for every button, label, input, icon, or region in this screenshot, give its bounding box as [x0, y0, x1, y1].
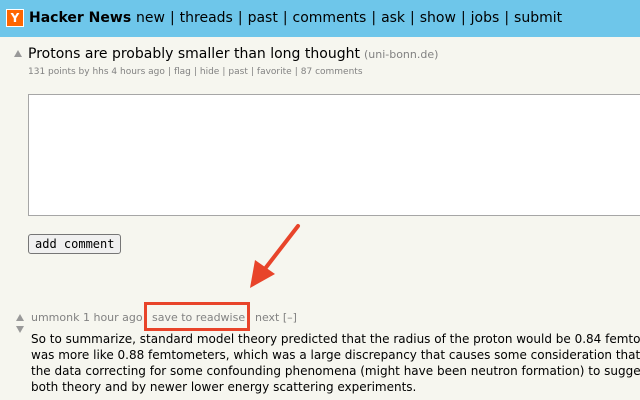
annotation-arrow-icon — [250, 224, 300, 288]
